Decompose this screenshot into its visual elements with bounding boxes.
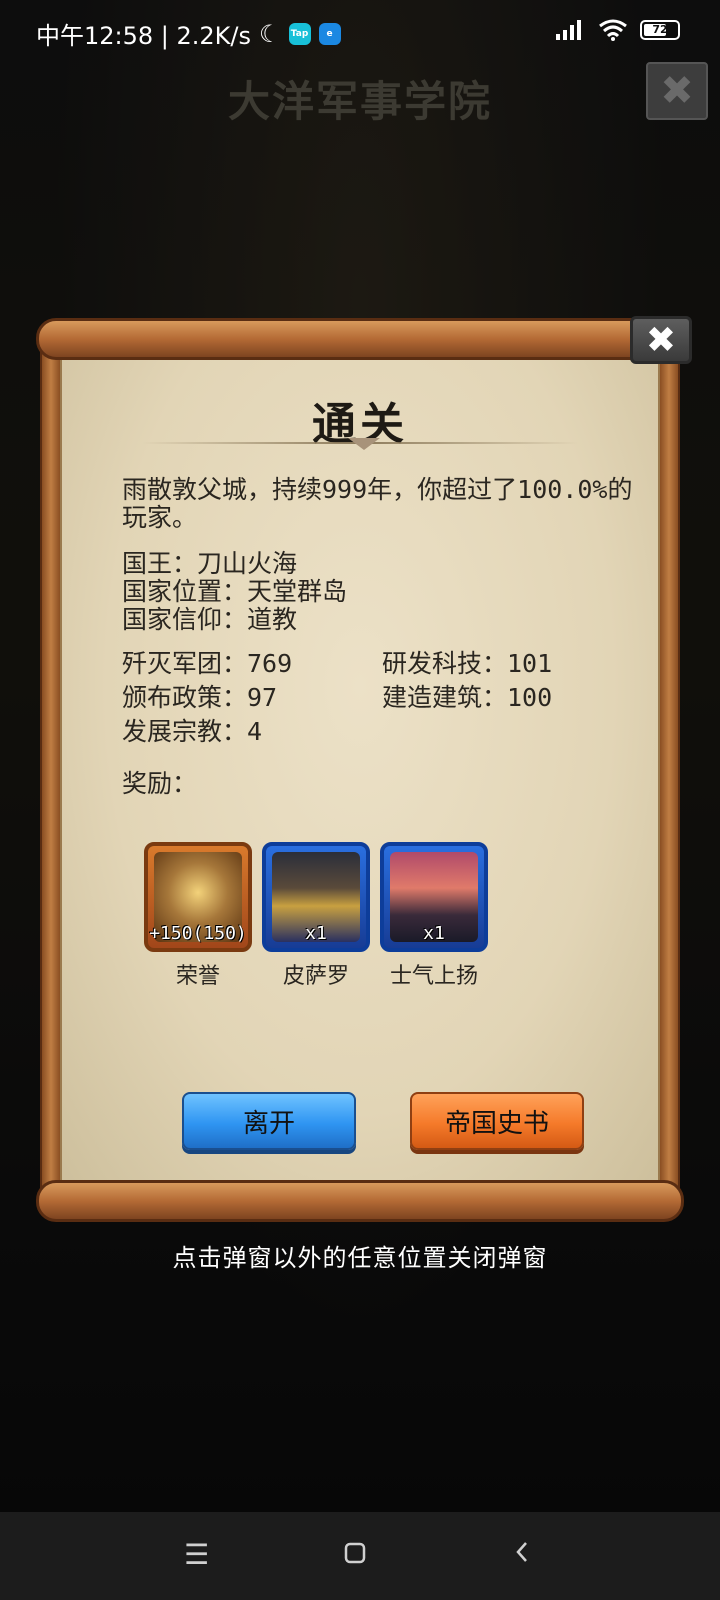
reward-count: x1 (305, 923, 327, 944)
scroll-side-right (658, 348, 680, 1192)
belief-info: 国家信仰：道教 (122, 605, 298, 634)
home-icon[interactable] (344, 1542, 366, 1564)
reward-count: x1 (423, 923, 445, 944)
rewards-list: +150(150) 荣誉 x1 皮萨罗 x1 士气上扬 (144, 842, 488, 990)
completion-dialog: 通关 雨散敦父城，持续999年，你超过了100.0%的玩家。 国王：刀山火海 国… (36, 316, 692, 1222)
scroll-paper: 通关 雨散敦父城，持续999年，你超过了100.0%的玩家。 国王：刀山火海 国… (60, 352, 660, 1188)
empire-history-button[interactable]: 帝国史书 (410, 1092, 584, 1150)
close-hint: 点击弹窗以外的任意位置关闭弹窗 (172, 1244, 548, 1272)
reward-label: 皮萨罗 (282, 964, 349, 989)
stat-policies: 颁布政策：97 (122, 683, 278, 712)
academy-title: 大洋军事学院 (227, 77, 492, 126)
time-net-speed: 中午12:58 | 2.2K/s (36, 22, 252, 50)
status-left: 中午12:58 | 2.2K/s ☾ Tap e (36, 16, 341, 51)
dialog-close-icon[interactable]: ✖ (630, 316, 692, 364)
title-divider-ornament (348, 438, 380, 450)
honor-icon: +150(150) (144, 842, 252, 952)
reward-count: +150(150) (149, 923, 247, 944)
reward-item-honor[interactable]: +150(150) 荣誉 (144, 842, 252, 990)
taptap-icon: Tap (288, 22, 311, 45)
stat-religions: 发展宗教：4 (122, 717, 263, 746)
stat-tech: 研发科技：101 (382, 649, 553, 678)
navigation-bar: ☰ (0, 1512, 720, 1600)
status-right: 72 (554, 18, 680, 42)
menu-icon[interactable]: ☰ (184, 1538, 209, 1571)
close-icon[interactable]: ✖ (646, 62, 708, 120)
scroll-rod-top (36, 318, 684, 360)
leave-button[interactable]: 离开 (182, 1092, 356, 1150)
security-app-icon: e (318, 22, 341, 45)
moon-icon: ☾ (259, 19, 281, 48)
back-icon[interactable] (514, 1540, 530, 1564)
reward-label: 荣誉 (175, 964, 220, 989)
location-info: 国家位置：天堂群岛 (122, 577, 348, 606)
stat-armies: 歼灭军团：769 (122, 649, 293, 678)
reward-item-pizarro[interactable]: x1 皮萨罗 (262, 842, 370, 990)
rewards-label: 奖励： (122, 769, 198, 798)
morale-knight-icon: x1 (380, 842, 488, 952)
scroll-side-left (40, 348, 62, 1192)
wifi-icon (599, 19, 627, 41)
reward-item-morale[interactable]: x1 士气上扬 (380, 842, 488, 990)
scroll-rod-bottom (36, 1180, 684, 1222)
battery-level: 72 (652, 23, 668, 36)
completion-summary: 雨散敦父城，持续999年，你超过了100.0%的玩家。 (122, 475, 633, 532)
status-bar: 中午12:58 | 2.2K/s ☾ Tap e 72 (0, 0, 720, 64)
signal-icon (556, 20, 581, 40)
stat-buildings: 建造建筑：100 (382, 683, 553, 712)
king-info: 国王：刀山火海 (122, 549, 298, 578)
reward-label: 士气上扬 (389, 964, 478, 989)
battery-icon: 72 (640, 20, 680, 40)
general-portrait-icon: x1 (262, 842, 370, 952)
